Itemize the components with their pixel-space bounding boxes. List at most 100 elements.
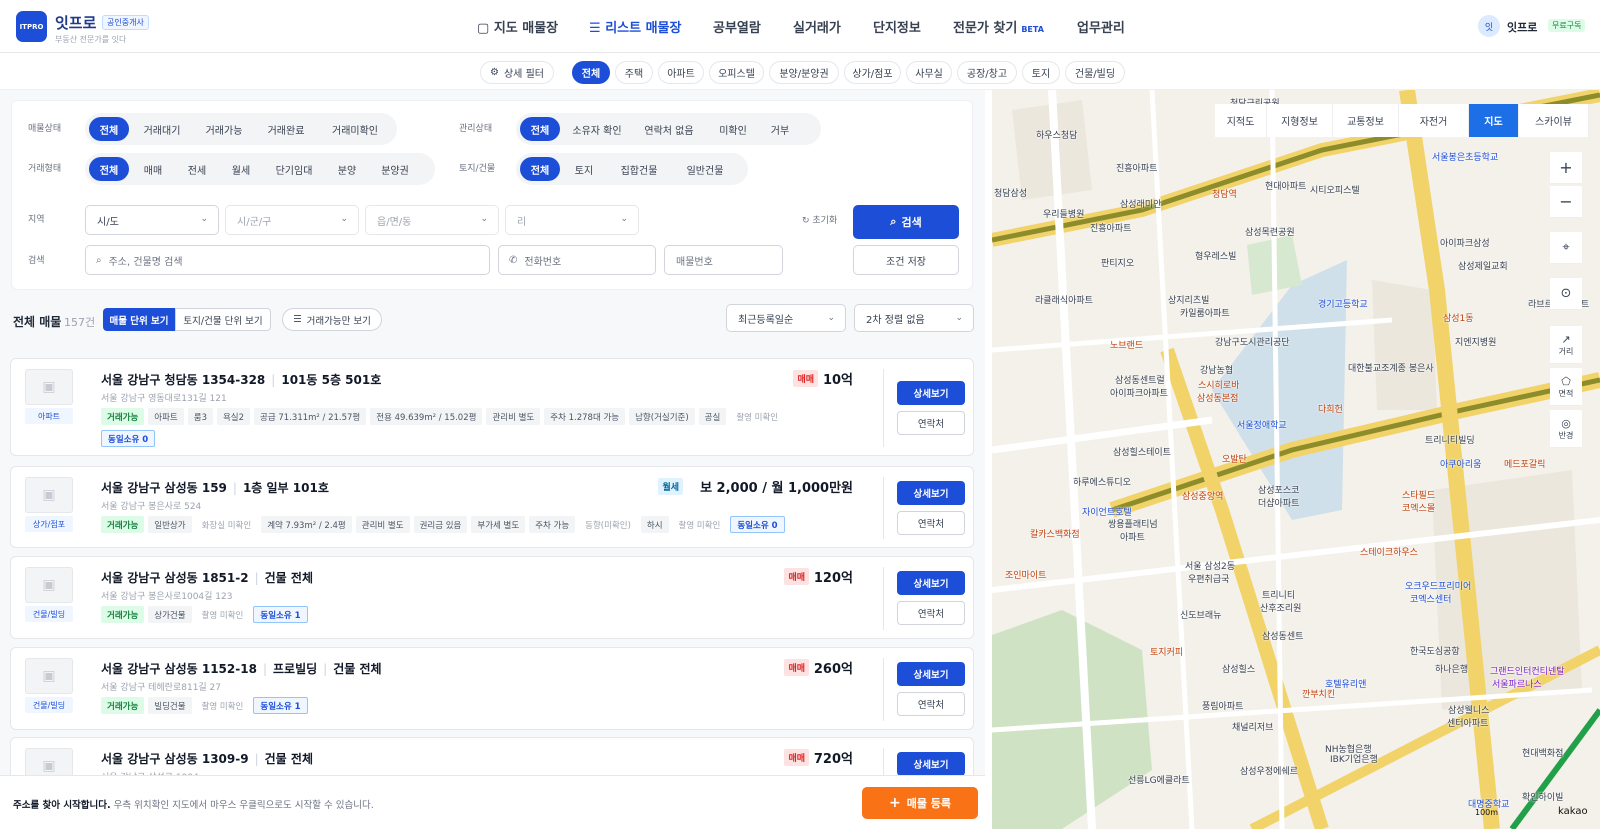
map-mode-skyview[interactable]: 스카이뷰 bbox=[1519, 104, 1589, 137]
status-unconfirmed[interactable]: 거래미확인 bbox=[319, 117, 391, 141]
listing-card[interactable]: ▣ 아파트 서울 강남구 청담동 1354-328 | 101동 5층 501호 서울 강… bbox=[10, 358, 974, 456]
listing-tag: 동일소유 0 bbox=[101, 430, 156, 447]
manage-no-contact[interactable]: 연락처 없음 bbox=[634, 117, 704, 141]
zoom-out-button[interactable]: − bbox=[1550, 186, 1582, 218]
deal-short-term[interactable]: 단기임대 bbox=[265, 157, 323, 181]
chip-apartment[interactable]: 아파트 bbox=[658, 61, 704, 84]
nav-map-listing[interactable]: ▢ 지도 매물장 bbox=[477, 17, 558, 36]
listing-title[interactable]: 서울 강남구 삼성동 1851-2 | 건물 전체 bbox=[101, 569, 313, 586]
detail-filter-button[interactable]: ⚙ 상세 필터 bbox=[480, 61, 554, 84]
deal-presale[interactable]: 분양 bbox=[327, 157, 367, 181]
listing-title[interactable]: 서울 강남구 삼성동 1152-18 | 프로빌딩 | 건물 전체 bbox=[101, 660, 382, 677]
listing-card[interactable]: ▣ 건물/빌딩 서울 강남구 삼성동 1152-18 | 프로빌딩 | 건물 전체 서울 강남… bbox=[10, 647, 974, 730]
map-place-label: 서울정애학교 bbox=[1237, 421, 1287, 431]
register-listing-button[interactable]: + 매물 등록 bbox=[862, 787, 978, 819]
area-tool[interactable]: ⬠ 면적 bbox=[1550, 368, 1582, 406]
map-mode-map[interactable]: 지도 bbox=[1469, 104, 1519, 137]
address-search-input[interactable]: ⌕ 주소, 건물명 검색 bbox=[85, 245, 490, 275]
locate-icon[interactable]: ⌖ bbox=[1550, 232, 1582, 264]
chip-office[interactable]: 사무실 bbox=[906, 61, 952, 84]
region-ri-select[interactable]: 리 ⌄ bbox=[505, 205, 639, 235]
land-land[interactable]: 토지 bbox=[564, 157, 604, 181]
chip-officetel[interactable]: 오피스텔 bbox=[709, 61, 764, 84]
avatar[interactable]: 잇 bbox=[1478, 15, 1500, 37]
user-name[interactable]: 잇프로 bbox=[1507, 19, 1537, 35]
chip-presale[interactable]: 분양/분양권 bbox=[769, 61, 839, 84]
listing-title[interactable]: 서울 강남구 삼성동 159 | 1층 일부 101호 bbox=[101, 479, 329, 496]
land-aggregate[interactable]: 집합건물 bbox=[608, 157, 670, 181]
detail-button[interactable]: 상세보기 bbox=[897, 662, 965, 686]
region-sido-select[interactable]: 시/도 ⌄ bbox=[85, 205, 219, 235]
map-place-label: 더샵아파트 bbox=[1258, 499, 1300, 509]
land-general[interactable]: 일반건물 bbox=[674, 157, 736, 181]
status-completed[interactable]: 거래완료 bbox=[257, 117, 315, 141]
manage-all[interactable]: 전체 bbox=[520, 117, 560, 141]
view-by-land-button[interactable]: 토지/건물 단위 보기 bbox=[175, 308, 271, 331]
map-tool-bicycle[interactable]: 자전거 bbox=[1399, 104, 1469, 137]
nav-public-records[interactable]: 공부열람 bbox=[713, 17, 761, 36]
listing-address: 서울 강남구 영동대로131길 121 bbox=[101, 394, 227, 404]
status-waiting[interactable]: 거래대기 bbox=[133, 117, 191, 141]
search-button[interactable]: ⌕ 검색 bbox=[853, 205, 959, 239]
available-only-toggle[interactable]: ☰ 거래가능만 보기 bbox=[282, 308, 382, 331]
listing-number-input[interactable]: 매물번호 bbox=[664, 245, 783, 275]
listing-title[interactable]: 서울 강남구 청담동 1354-328 | 101동 5층 501호 bbox=[101, 371, 381, 388]
contact-button[interactable]: 연락처 bbox=[897, 692, 965, 716]
sort-secondary-select[interactable]: 2차 정렬 없음 ⌄ bbox=[854, 304, 974, 332]
chip-all[interactable]: 전체 bbox=[572, 61, 610, 84]
map-tool-cadastral[interactable]: 지적도 bbox=[1215, 104, 1267, 137]
map-tool-traffic[interactable]: 교통정보 bbox=[1333, 104, 1399, 137]
distance-tool[interactable]: ↗ 거리 bbox=[1550, 326, 1582, 364]
detail-button[interactable]: 상세보기 bbox=[897, 752, 965, 776]
detail-button[interactable]: 상세보기 bbox=[897, 571, 965, 595]
status-all[interactable]: 전체 bbox=[89, 117, 129, 141]
nav-complex-info[interactable]: 단지정보 bbox=[873, 17, 921, 36]
deal-all[interactable]: 전체 bbox=[89, 157, 129, 181]
map-view[interactable]: 청담근린공원하우스청담진흥아파트청담역현대아파트시티오피스텔삼성목련공원청담삼성… bbox=[992, 90, 1600, 829]
view-by-listing-button[interactable]: 매물 단위 보기 bbox=[103, 308, 175, 331]
listing-title[interactable]: 서울 강남구 삼성동 1309-9 | 건물 전체 bbox=[101, 750, 313, 767]
detail-button[interactable]: 상세보기 bbox=[897, 481, 965, 505]
nav-real-price[interactable]: 실거래가 bbox=[793, 17, 841, 36]
listing-tag: 촬영 미확인 bbox=[672, 516, 727, 533]
contact-button[interactable]: 연락처 bbox=[897, 411, 965, 435]
land-all[interactable]: 전체 bbox=[520, 157, 560, 181]
sort-primary-select[interactable]: 최근등록일순 ⌄ bbox=[726, 304, 846, 332]
chip-factory[interactable]: 공장/창고 bbox=[957, 61, 1017, 84]
chip-land[interactable]: 토지 bbox=[1022, 61, 1060, 84]
deal-monthly[interactable]: 월세 bbox=[221, 157, 261, 181]
manage-refused[interactable]: 거부 bbox=[762, 117, 798, 141]
region-dong-select[interactable]: 읍/면/동 ⌄ bbox=[365, 205, 499, 235]
contact-button[interactable]: 연락처 bbox=[897, 511, 965, 535]
nav-work-management[interactable]: 업무관리 bbox=[1077, 17, 1125, 36]
pin-icon[interactable]: ⊙ bbox=[1550, 278, 1582, 310]
status-available[interactable]: 거래가능 bbox=[195, 117, 253, 141]
manage-owner-confirmed[interactable]: 소유자 확인 bbox=[564, 117, 630, 141]
listing-card[interactable]: ▣ 건물/빌딩 서울 강남구 삼성동 1851-2 | 건물 전체 서울 강남구 봉은사로… bbox=[10, 556, 974, 639]
deal-sale[interactable]: 매매 bbox=[133, 157, 173, 181]
listing-tag: 화장실 미확인 bbox=[195, 516, 258, 533]
chip-building[interactable]: 건물/빌딩 bbox=[1065, 61, 1125, 84]
list-icon: ☰ bbox=[589, 21, 606, 36]
detail-button[interactable]: 상세보기 bbox=[897, 381, 965, 405]
radius-tool[interactable]: ◎ 반경 bbox=[1550, 410, 1582, 448]
reset-button[interactable]: ↻ 초기화 bbox=[802, 213, 837, 226]
save-condition-button[interactable]: 조건 저장 bbox=[853, 245, 959, 275]
listing-tag: 일반상가 bbox=[148, 516, 192, 533]
brand-name[interactable]: 잇프로 bbox=[55, 12, 96, 33]
contact-button[interactable]: 연락처 bbox=[897, 601, 965, 625]
zoom-in-button[interactable]: + bbox=[1550, 152, 1582, 184]
deal-presale-right[interactable]: 분양권 bbox=[371, 157, 419, 181]
chip-house[interactable]: 주택 bbox=[615, 61, 653, 84]
map-tool-terrain[interactable]: 지형정보 bbox=[1267, 104, 1333, 137]
logo-icon[interactable]: ITPRO bbox=[16, 11, 47, 42]
chip-store[interactable]: 상가/점포 bbox=[844, 61, 901, 84]
listing-tag: 욕실2 bbox=[216, 408, 251, 425]
region-sigungu-select[interactable]: 시/군/구 ⌄ bbox=[225, 205, 359, 235]
manage-unconfirmed[interactable]: 미확인 bbox=[708, 117, 758, 141]
deal-jeonse[interactable]: 전세 bbox=[177, 157, 217, 181]
nav-find-expert[interactable]: 전문가 찾기 BETA bbox=[953, 17, 1044, 36]
nav-list-listing[interactable]: ☰ 리스트 매물장 bbox=[589, 17, 681, 36]
phone-input[interactable]: ✆ 전화번호 bbox=[498, 245, 656, 275]
listing-card[interactable]: ▣ 상가/점포 서울 강남구 삼성동 159 | 1층 일부 101호 서울 강남구 봉은… bbox=[10, 466, 974, 548]
